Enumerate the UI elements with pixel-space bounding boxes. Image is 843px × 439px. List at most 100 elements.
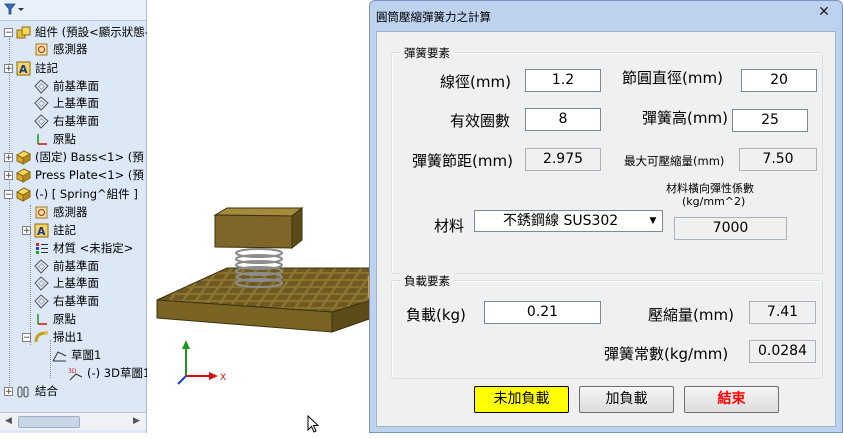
tree-item-label: (-) [ Spring^組件 ] xyxy=(35,187,138,201)
tree-horizontal-scrollbar[interactable]: ◀ ▶ xyxy=(0,412,146,430)
spring-elements-title: 彈簧要素 xyxy=(400,45,454,61)
expand-icon[interactable]: + xyxy=(22,226,31,236)
pitch-diameter-input[interactable]: 20 xyxy=(741,69,817,92)
wire-diameter-input[interactable]: 1.2 xyxy=(525,69,601,92)
tree-item[interactable]: − 組件 (預設<顯示狀態- xyxy=(4,24,149,41)
tree-item[interactable]: 上基準面 xyxy=(22,275,99,292)
tree-item[interactable]: + (固定) Bass<1> (預 xyxy=(4,149,144,166)
compression-output: 7.41 xyxy=(749,301,816,324)
tree-item[interactable]: 右基準面 xyxy=(22,293,99,310)
sensor-icon xyxy=(34,205,49,220)
spring-height-input[interactable]: 25 xyxy=(732,109,808,132)
load-elements-title: 負載要素 xyxy=(400,273,454,289)
shear-modulus-output: 7000 xyxy=(674,217,787,240)
expand-icon[interactable]: + xyxy=(4,387,13,397)
origin-icon xyxy=(34,132,49,147)
axis-triad: X xyxy=(177,340,226,385)
active-coils-label: 有效圈數 xyxy=(450,112,511,130)
origin-icon xyxy=(34,312,49,327)
tree-item-label: 上基準面 xyxy=(53,96,99,110)
active-coils-input[interactable]: 8 xyxy=(525,108,601,131)
scroll-thumb[interactable] xyxy=(18,416,80,428)
tree-item-label: 草圖1 xyxy=(71,348,102,362)
scroll-left-icon[interactable]: ◀ xyxy=(2,415,15,428)
dialog-title: 圓筒壓縮彈簧力之計算 xyxy=(376,10,491,24)
no-load-button[interactable]: 未加負載 xyxy=(474,386,569,413)
tree-item-label: 上基準面 xyxy=(53,276,99,290)
tree-item-label: 結合 xyxy=(35,384,58,398)
press-plate[interactable] xyxy=(213,206,304,250)
tree-item[interactable]: + A 註記 xyxy=(4,60,58,77)
svg-text:A: A xyxy=(37,225,46,238)
plane-icon xyxy=(34,79,49,94)
tree-item-label: 註記 xyxy=(35,61,58,75)
annotation-icon: A xyxy=(34,223,49,238)
tree-item[interactable]: 3D (-) 3D草圖1 xyxy=(56,365,150,382)
scroll-right-icon[interactable]: ▶ xyxy=(130,415,143,428)
max-compression-label: 最大可壓縮量(mm) xyxy=(624,154,725,168)
tree-item[interactable]: − 掃出1 xyxy=(22,329,83,346)
sketch3d-icon: 3D xyxy=(68,366,83,381)
tree-item[interactable]: 草圖1 xyxy=(40,347,101,364)
tree-item[interactable]: 感測器 xyxy=(22,41,88,58)
sketch-icon xyxy=(52,348,67,363)
tree-item-label: 右基準面 xyxy=(53,114,99,128)
dialog-titlebar[interactable]: 圓筒壓縮彈簧力之計算 ✕ xyxy=(370,1,842,31)
wire-diameter-label: 線徑(mm) xyxy=(440,73,511,91)
graphics-viewport[interactable]: X xyxy=(147,0,373,433)
tree-item-label: 原點 xyxy=(53,132,76,146)
tree-item[interactable]: 感測器 xyxy=(22,204,88,221)
tree-item-label: 原點 xyxy=(53,312,76,326)
spring-rate-label: 彈簧常數(kg/mm) xyxy=(604,345,729,363)
tree-item-label: 感測器 xyxy=(53,205,88,219)
material-label: 材料 xyxy=(434,217,465,235)
plane-icon xyxy=(34,294,49,309)
dropdown-arrow-icon[interactable]: ▼ xyxy=(646,213,660,229)
collapse-icon[interactable]: − xyxy=(4,190,13,200)
expand-icon[interactable]: + xyxy=(4,171,13,181)
tree-item[interactable]: 前基準面 xyxy=(22,78,99,95)
tree-item[interactable]: 右基準面 xyxy=(22,113,99,130)
filter-button[interactable] xyxy=(4,2,32,17)
shear-modulus-label: 材料橫向彈性係數 xyxy=(666,182,754,195)
load-label: 負載(kg) xyxy=(406,306,466,324)
tree-item[interactable]: 原點 xyxy=(22,311,76,328)
spring-assembly-model: X xyxy=(156,206,373,385)
pitch-diameter-label: 節圓直徑(mm) xyxy=(622,69,723,87)
collapse-icon[interactable]: − xyxy=(4,28,13,38)
tree-item[interactable]: + Press Plate<1> (預 xyxy=(4,167,144,184)
tree-item[interactable]: + 結合 xyxy=(4,383,58,400)
tree-item-label: 感測器 xyxy=(53,42,88,56)
tree-item[interactable]: 材質 <未指定> xyxy=(22,240,133,257)
tree-item[interactable]: − (-) [ Spring^組件 ] xyxy=(4,186,138,203)
tree-item[interactable]: + A 註記 xyxy=(22,222,76,239)
close-button[interactable]: ✕ xyxy=(810,4,838,21)
part-icon xyxy=(16,168,31,183)
mates-icon xyxy=(16,384,31,399)
tree-toolbar xyxy=(0,0,146,21)
plane-icon xyxy=(34,96,49,111)
exit-button[interactable]: 結束 xyxy=(684,386,779,413)
tree-item-label: 右基準面 xyxy=(53,294,99,308)
spring-rate-output: 0.0284 xyxy=(749,340,816,363)
material-select-value: 不銹鋼線 SUS302 xyxy=(503,213,619,229)
add-load-button[interactable]: 加負載 xyxy=(579,386,674,413)
tree-item-label: 材質 <未指定> xyxy=(53,241,134,255)
tree-item-label: 前基準面 xyxy=(53,259,99,273)
tree-item[interactable]: 前基準面 xyxy=(22,258,99,275)
expand-icon[interactable]: + xyxy=(4,153,13,163)
part-icon xyxy=(16,150,31,165)
material-select[interactable]: 不銹鋼線 SUS302 ▼ xyxy=(474,210,663,232)
max-compression-output: 7.50 xyxy=(739,148,817,171)
load-input[interactable]: 0.21 xyxy=(484,301,601,324)
part-icon xyxy=(16,187,31,202)
expand-icon[interactable]: + xyxy=(4,64,13,74)
shear-modulus-unit: (kg/mm^2) xyxy=(682,195,746,208)
tree-item[interactable]: 上基準面 xyxy=(22,95,99,112)
plane-icon xyxy=(34,276,49,291)
collapse-icon[interactable]: − xyxy=(22,333,31,343)
tree-item-label: 前基準面 xyxy=(53,79,99,93)
tree-item-label: 組件 (預設<顯示狀態- xyxy=(35,25,149,39)
svg-text:A: A xyxy=(19,63,28,76)
tree-item[interactable]: 原點 xyxy=(22,131,76,148)
